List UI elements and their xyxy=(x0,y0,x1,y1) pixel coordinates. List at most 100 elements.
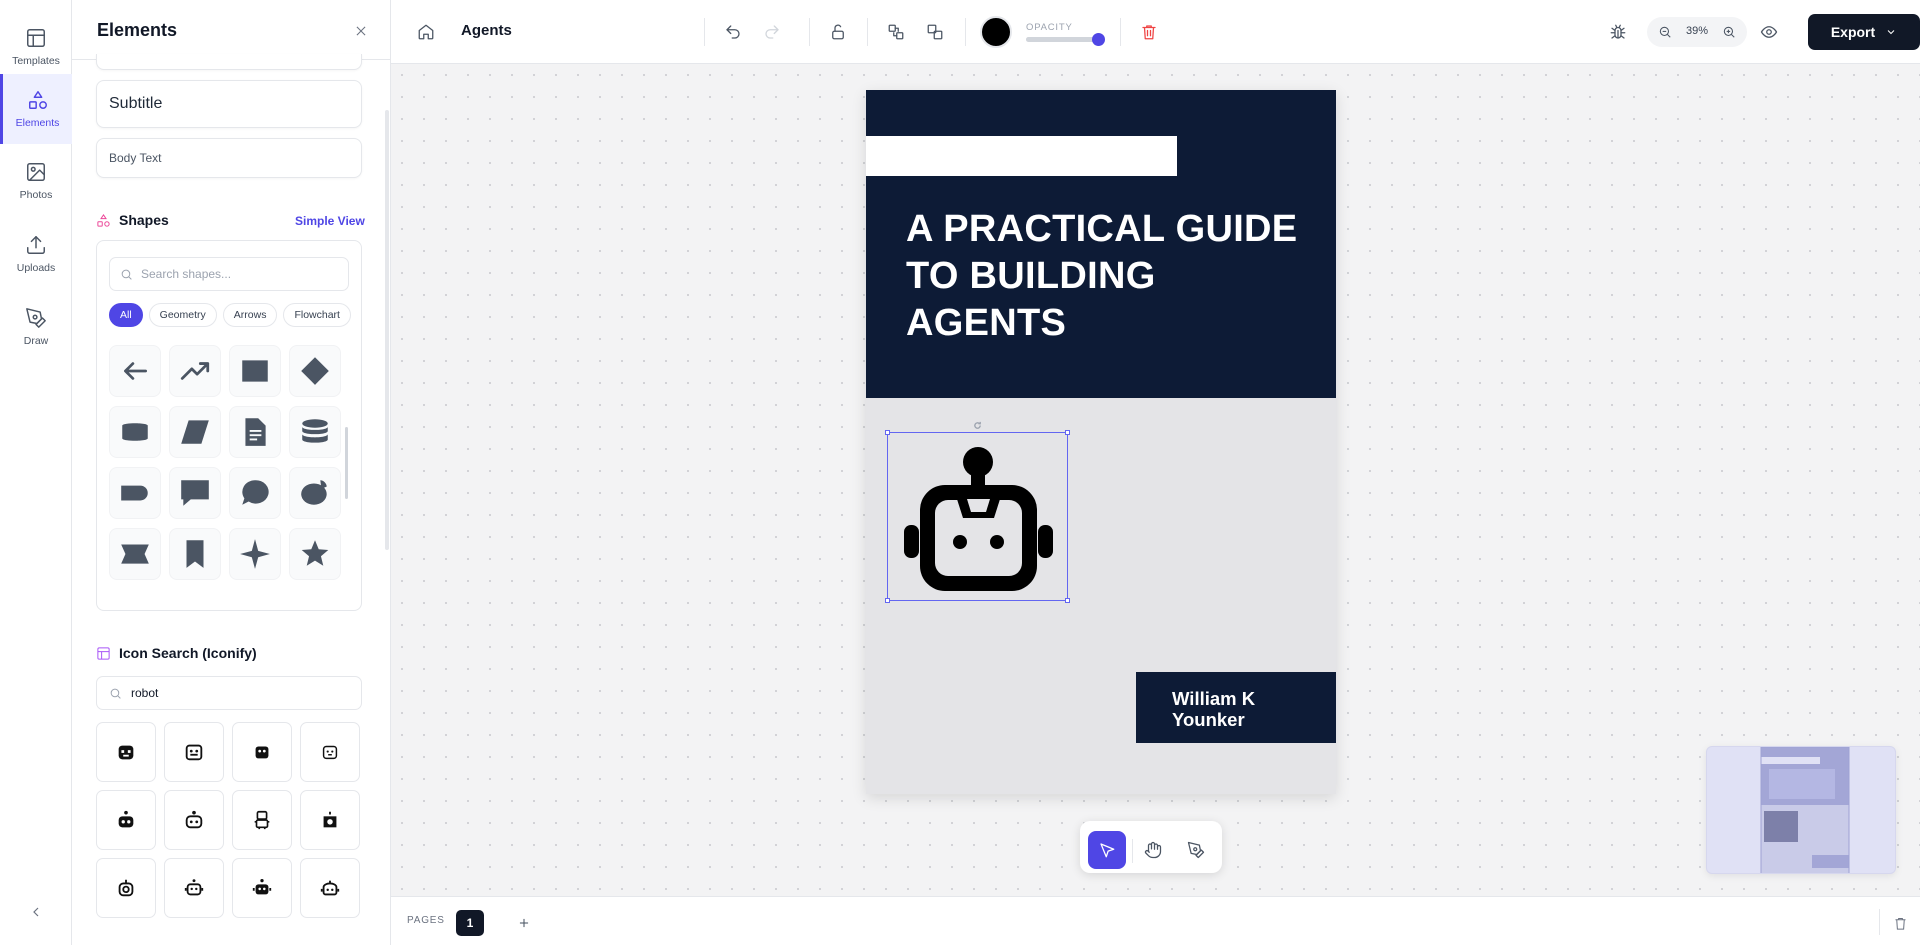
zoom-control: 39% xyxy=(1647,17,1747,47)
simple-view-link[interactable]: Simple View xyxy=(295,214,365,228)
bookmark-icon xyxy=(186,540,204,568)
shapes-scrollbar[interactable] xyxy=(345,427,348,499)
page-minimap[interactable] xyxy=(1706,746,1896,874)
group-button[interactable] xyxy=(882,18,910,46)
delete-element-button[interactable] xyxy=(1135,18,1163,46)
text-preset-body[interactable]: Body Text xyxy=(96,138,362,178)
shape-banner[interactable] xyxy=(109,528,161,580)
shape-speech-square[interactable] xyxy=(169,467,221,519)
shape-trend-up[interactable] xyxy=(169,345,221,397)
icon-result[interactable] xyxy=(300,858,360,918)
robot-icon xyxy=(323,811,337,828)
icon-result[interactable] xyxy=(300,790,360,850)
icon-result[interactable] xyxy=(164,858,224,918)
rail-label-uploads: Uploads xyxy=(16,262,56,274)
shape-database[interactable] xyxy=(289,406,341,458)
document-title[interactable]: Agents xyxy=(461,22,512,39)
cover-white-bar[interactable] xyxy=(866,136,1177,176)
icon-result[interactable] xyxy=(232,790,292,850)
icon-result[interactable] xyxy=(300,722,360,782)
icon-result[interactable] xyxy=(232,858,292,918)
opacity-slider-thumb[interactable] xyxy=(1092,33,1105,46)
debug-button[interactable] xyxy=(1604,18,1632,46)
shape-star-five[interactable] xyxy=(289,528,341,580)
rail-item-draw[interactable]: Draw xyxy=(0,292,72,362)
zoom-out-button[interactable] xyxy=(1656,23,1674,41)
icon-result[interactable] xyxy=(96,722,156,782)
robot-icon xyxy=(185,810,203,829)
rail-item-templates[interactable]: Templates xyxy=(0,12,72,82)
shape-star-four[interactable] xyxy=(229,528,281,580)
text-preset-heading[interactable] xyxy=(96,54,362,70)
resize-handle-ne[interactable] xyxy=(1065,430,1070,435)
shape-document[interactable] xyxy=(229,406,281,458)
design-page[interactable]: A PRACTICAL GUIDE TO BUILDING AGENTS Wil… xyxy=(866,90,1336,794)
select-tool-button[interactable] xyxy=(1088,831,1126,869)
shape-search-input[interactable] xyxy=(141,267,341,281)
chip-geometry[interactable]: Geometry xyxy=(148,303,217,327)
shape-arrow-left[interactable] xyxy=(109,345,161,397)
pan-tool-button[interactable] xyxy=(1134,831,1172,869)
icon-search-title: Icon Search (Iconify) xyxy=(119,645,257,661)
upload-icon xyxy=(27,236,45,254)
shape-diamond[interactable] xyxy=(289,345,341,397)
icon-result[interactable] xyxy=(164,722,224,782)
chip-flowchart[interactable]: Flowchart xyxy=(283,303,351,327)
icon-result[interactable] xyxy=(232,722,292,782)
draw-tool-button[interactable] xyxy=(1177,831,1215,869)
icon-result[interactable] xyxy=(96,790,156,850)
robot-image-selection[interactable] xyxy=(885,421,1070,603)
rail-item-elements[interactable]: Elements xyxy=(0,74,72,144)
shape-delay[interactable] xyxy=(109,467,161,519)
icon-result[interactable] xyxy=(96,858,156,918)
shape-cylinder[interactable] xyxy=(109,406,161,458)
icon-search-input[interactable] xyxy=(131,686,351,700)
chip-arrows[interactable]: Arrows xyxy=(222,303,278,327)
add-page-button[interactable] xyxy=(513,912,535,934)
shape-parallelogram[interactable] xyxy=(169,406,221,458)
undo-button[interactable] xyxy=(719,18,747,46)
shape-thought-bubble[interactable] xyxy=(289,467,341,519)
shape-speech-round[interactable] xyxy=(229,467,281,519)
text-preset-subtitle[interactable]: Subtitle xyxy=(96,80,362,128)
page-1-button[interactable]: 1 xyxy=(456,910,484,936)
resize-handle-nw[interactable] xyxy=(885,430,890,435)
redo-button[interactable] xyxy=(758,18,786,46)
pages-bar-divider xyxy=(1879,909,1880,935)
zoom-in-button[interactable] xyxy=(1720,23,1738,41)
rotate-handle[interactable] xyxy=(973,417,982,429)
collapse-panel-button[interactable] xyxy=(24,900,48,924)
author-block[interactable]: William K Younker xyxy=(1136,672,1336,743)
close-panel-button[interactable] xyxy=(350,20,372,42)
preview-button[interactable] xyxy=(1755,18,1783,46)
shape-search-field[interactable] xyxy=(109,257,349,291)
icon-search-field[interactable] xyxy=(96,676,362,710)
robot-icon xyxy=(118,879,134,897)
speech-bubble-round-icon xyxy=(242,480,269,505)
star-five-icon xyxy=(301,540,329,566)
home-button[interactable] xyxy=(412,18,440,46)
chevron-left-icon xyxy=(33,907,39,917)
icon-result[interactable] xyxy=(164,790,224,850)
author-name[interactable]: William K Younker xyxy=(1172,688,1322,730)
opacity-slider[interactable] xyxy=(1026,33,1105,46)
ungroup-button[interactable] xyxy=(921,18,949,46)
resize-handle-sw[interactable] xyxy=(885,598,890,603)
chip-all[interactable]: All xyxy=(109,303,143,327)
export-button[interactable]: Export xyxy=(1808,14,1920,50)
canvas-area[interactable]: A PRACTICAL GUIDE TO BUILDING AGENTS Wil… xyxy=(391,64,1920,896)
cover-title[interactable]: A PRACTICAL GUIDE TO BUILDING AGENTS xyxy=(906,206,1306,347)
zoom-out-icon xyxy=(1659,26,1671,38)
shape-bookmark[interactable] xyxy=(169,528,221,580)
shape-rectangle[interactable] xyxy=(229,345,281,397)
zoom-level: 39% xyxy=(1685,25,1709,37)
resize-handle-se[interactable] xyxy=(1065,598,1070,603)
panel-scrollbar[interactable] xyxy=(385,110,389,550)
rail-item-uploads[interactable]: Uploads xyxy=(0,219,72,289)
delete-page-button[interactable] xyxy=(1889,912,1911,934)
rail-item-photos[interactable]: Photos xyxy=(0,146,72,216)
trash-icon xyxy=(1142,25,1156,40)
plus-icon xyxy=(519,918,529,928)
fill-color-swatch[interactable] xyxy=(980,16,1012,48)
lock-button[interactable] xyxy=(824,18,852,46)
